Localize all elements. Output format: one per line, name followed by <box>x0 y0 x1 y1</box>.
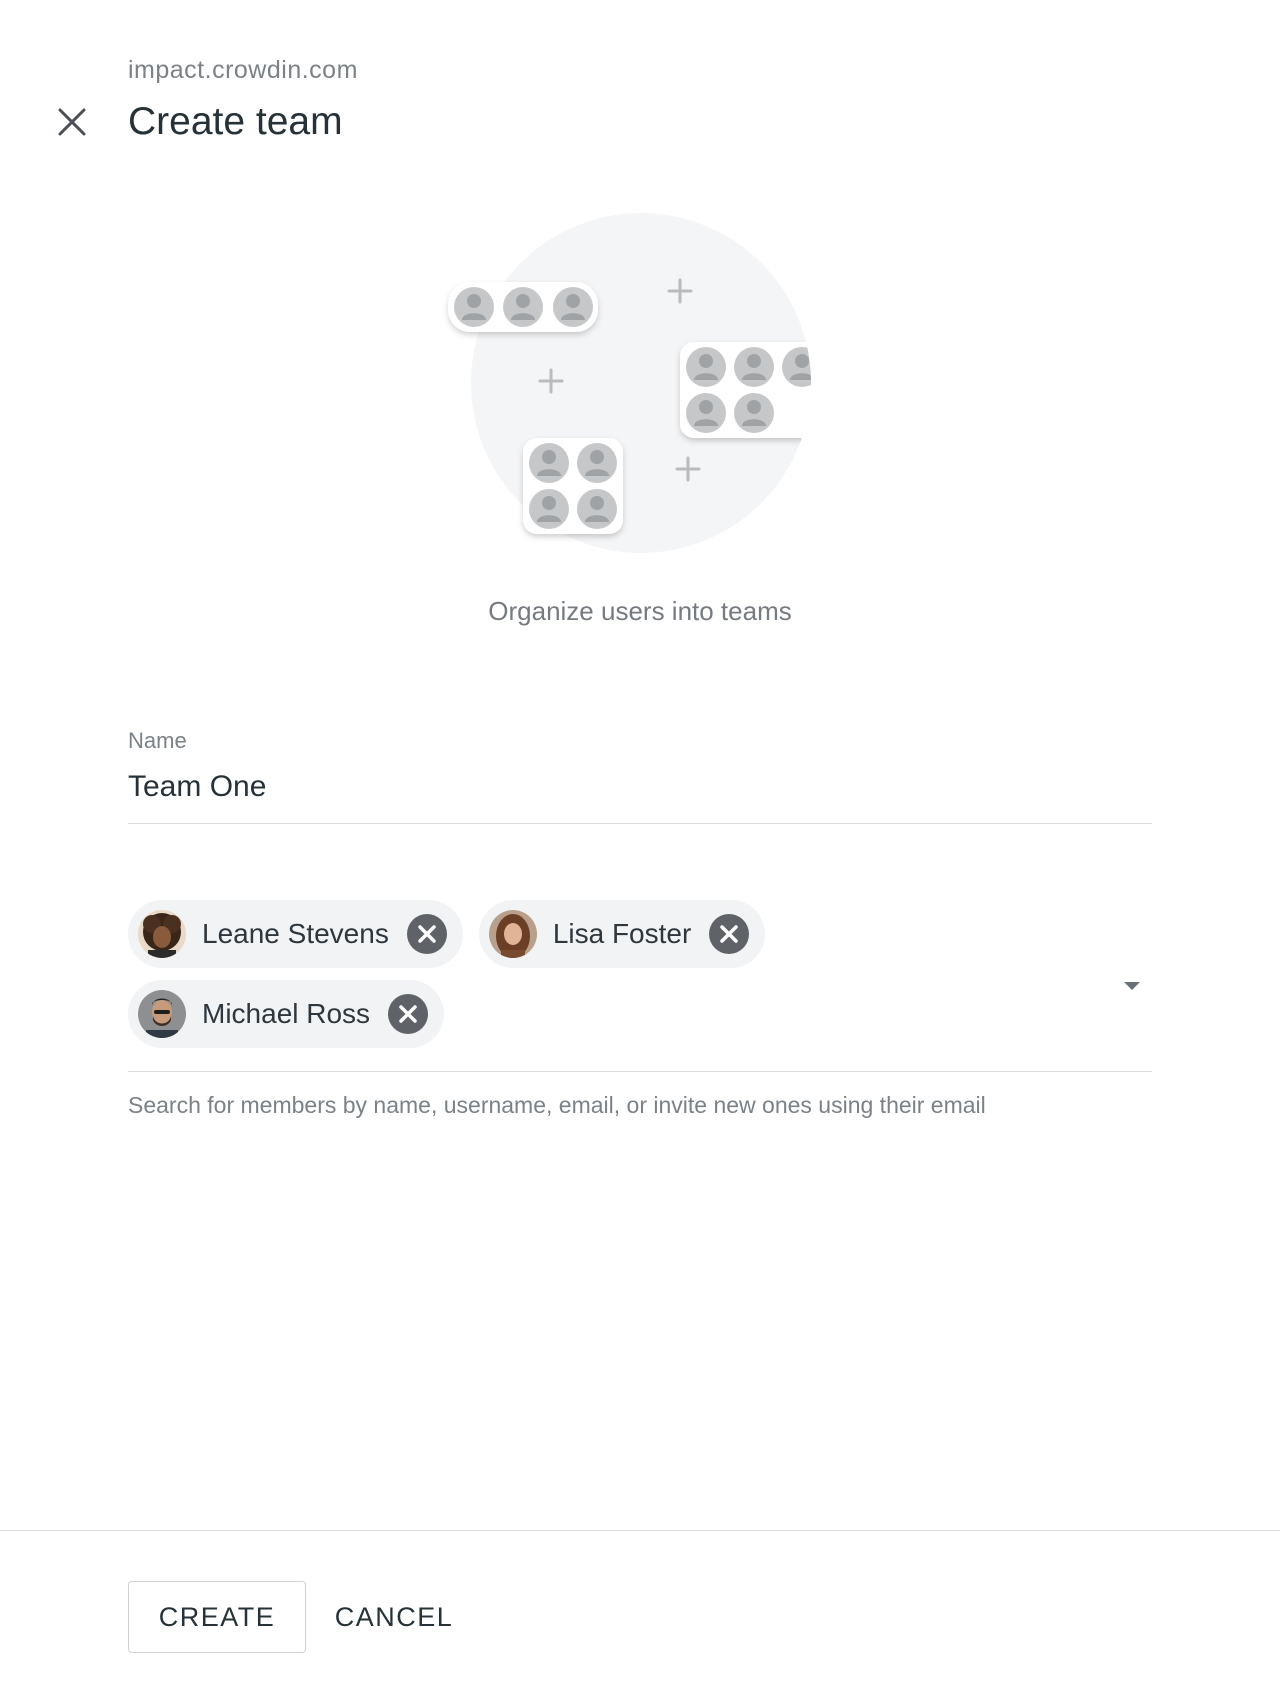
members-field[interactable]: Leane Stevens Lisa Foster Michael Ross <box>128 900 1152 1072</box>
avatar <box>488 910 537 958</box>
team-name-label: Name <box>128 728 187 753</box>
create-button[interactable]: CREATE <box>128 1581 306 1653</box>
team-card-icon <box>448 282 598 332</box>
member-chip-label: Lisa Foster <box>552 918 692 949</box>
remove-member-icon[interactable] <box>388 994 429 1034</box>
illustration-subtitle: Organize users into teams <box>488 596 792 626</box>
team-card-icon <box>680 342 811 438</box>
member-chip: Lisa Foster <box>478 900 766 968</box>
members-hint: Search for members by name, username, em… <box>128 1092 986 1118</box>
member-chips: Leane Stevens Lisa Foster Michael Ross <box>128 900 828 1048</box>
domain-label: impact.crowdin.com <box>128 56 358 84</box>
member-chip: Michael Ross <box>128 980 445 1048</box>
remove-member-icon[interactable] <box>709 914 750 954</box>
avatar <box>138 990 186 1038</box>
dialog-header: impact.crowdin.com Create team <box>0 0 1280 160</box>
member-chip-label: Michael Ross <box>202 998 371 1029</box>
cancel-button[interactable]: CANCEL <box>322 1581 466 1653</box>
dialog-footer: CREATE CANCEL <box>0 1530 1280 1700</box>
remove-member-icon[interactable] <box>406 914 447 954</box>
dialog-title: Create team <box>128 100 343 143</box>
team-card-icon <box>523 438 623 534</box>
member-chip: Leane Stevens <box>128 900 463 968</box>
dropdown-arrow-icon[interactable] <box>1120 974 1144 998</box>
avatar <box>138 910 186 958</box>
close-button[interactable] <box>52 102 92 142</box>
team-name-field: Name <box>128 728 1152 824</box>
close-icon <box>58 108 86 136</box>
teams-illustration <box>448 213 811 553</box>
team-name-input[interactable] <box>128 770 1152 804</box>
member-chip-label: Leane Stevens <box>202 918 389 949</box>
